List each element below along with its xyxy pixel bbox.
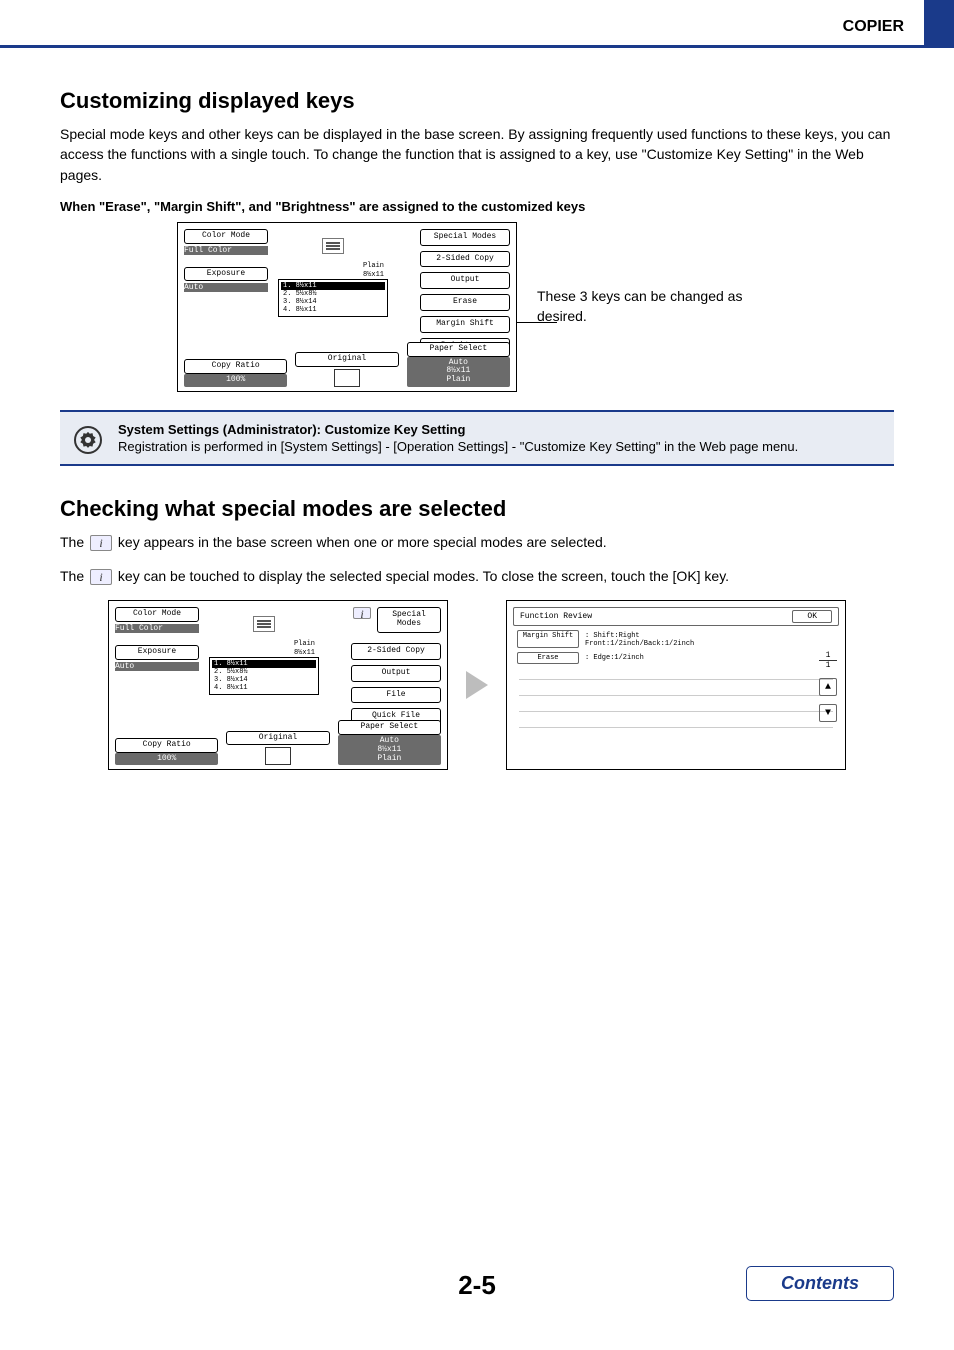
- original-icon: [334, 369, 360, 387]
- color-mode-value: Full Color: [184, 246, 268, 255]
- function-review-panel: Function Review OK Margin Shift : Shift:…: [506, 600, 846, 770]
- plain-size: 8½x11: [209, 648, 319, 657]
- color-mode-button[interactable]: Color Mode: [115, 607, 199, 622]
- erase-button[interactable]: Erase: [420, 294, 510, 311]
- section1-subheading: When "Erase", "Margin Shift", and "Brigh…: [60, 199, 894, 214]
- copy-ratio-value: 100%: [115, 753, 218, 766]
- review-row: Margin Shift : Shift:Right Front:1/2inch…: [513, 626, 839, 648]
- admin-note-box: System Settings (Administrator): Customi…: [60, 410, 894, 466]
- paper-select-value: Auto 8½x11 Plain: [338, 735, 441, 765]
- note-body: Registration is performed in [System Set…: [118, 439, 884, 454]
- page-total: 1: [819, 661, 837, 670]
- page-content: Customizing displayed keys Special mode …: [0, 48, 954, 770]
- paper-select-button[interactable]: Paper Select: [407, 342, 510, 357]
- review-value: : Edge:1/2inch: [585, 652, 644, 664]
- original-button[interactable]: Original: [226, 731, 329, 746]
- two-sided-copy-button[interactable]: 2-Sided Copy: [351, 643, 441, 660]
- review-blank-line: [519, 718, 833, 728]
- original-icon: [265, 747, 291, 765]
- header-bar: COPIER: [0, 0, 954, 48]
- output-button[interactable]: Output: [420, 272, 510, 289]
- panel1-wrapper: Color Mode Full Color Exposure Auto Plai…: [177, 222, 517, 392]
- color-mode-button[interactable]: Color Mode: [184, 229, 268, 244]
- special-modes-button[interactable]: Special Modes: [377, 607, 441, 633]
- info-icon-button[interactable]: [353, 607, 371, 619]
- tray-row[interactable]: 3. 8½x14: [281, 298, 385, 306]
- page-down-button[interactable]: ▼: [819, 704, 837, 722]
- paper-select-button[interactable]: Paper Select: [338, 720, 441, 735]
- info-icon: [90, 535, 112, 551]
- exposure-value: Auto: [184, 283, 268, 292]
- plain-label: Plain: [278, 261, 388, 270]
- function-review-title: Function Review: [520, 612, 592, 621]
- text: key appears in the base screen when one …: [118, 534, 607, 550]
- output-button[interactable]: Output: [351, 665, 441, 682]
- file-button[interactable]: File: [351, 687, 441, 704]
- page-up-button[interactable]: ▲: [819, 678, 837, 696]
- plain-label: Plain: [209, 639, 319, 648]
- note-title: System Settings (Administrator): Customi…: [118, 422, 884, 437]
- ok-button[interactable]: OK: [792, 610, 832, 623]
- text: The: [60, 534, 88, 550]
- copy-ratio-button[interactable]: Copy Ratio: [115, 738, 218, 753]
- figure1-row: Color Mode Full Color Exposure Auto Plai…: [60, 222, 894, 392]
- section2-line2: The key can be touched to display the se…: [60, 566, 894, 586]
- exposure-value: Auto: [115, 662, 199, 671]
- footer: 2-5 Contents: [0, 1270, 954, 1301]
- copy-ratio-value: 100%: [184, 374, 287, 387]
- review-value: : Shift:Right Front:1/2inch/Back:1/2inch: [585, 630, 694, 648]
- margin-shift-button[interactable]: Margin Shift: [420, 316, 510, 333]
- exposure-button[interactable]: Exposure: [184, 267, 268, 282]
- review-pager: 1 1 ▲ ▼: [819, 651, 837, 722]
- section2-line1: The key appears in the base screen when …: [60, 532, 894, 552]
- preview-icon: [278, 231, 388, 261]
- special-modes-button[interactable]: Special Modes: [420, 229, 510, 246]
- figure2-row: Color Mode Full Color Exposure Auto Plai…: [60, 600, 894, 770]
- plain-size: 8½x11: [278, 270, 388, 279]
- paper-select-value: Auto 8½x11 Plain: [407, 357, 510, 387]
- exposure-button[interactable]: Exposure: [115, 645, 199, 660]
- text: The: [60, 568, 88, 584]
- info-icon: [90, 569, 112, 585]
- text: key can be touched to display the select…: [118, 568, 729, 584]
- tray-list: 1. 8½x11 2. 5½x8½ 3. 8½x14 4. 8½x11: [278, 279, 388, 317]
- two-sided-copy-button[interactable]: 2-Sided Copy: [420, 251, 510, 268]
- tray-row[interactable]: 1. 8½x11: [281, 282, 385, 290]
- section2-heading: Checking what special modes are selected: [60, 496, 894, 522]
- figure1-annotation: These 3 keys can be changed as desired.: [537, 287, 777, 326]
- section1-heading: Customizing displayed keys: [60, 88, 894, 114]
- review-row: Erase : Edge:1/2inch: [513, 648, 839, 664]
- review-blank-line: [519, 670, 833, 680]
- review-blank-line: [519, 702, 833, 712]
- page-current: 1: [819, 651, 837, 661]
- copy-ratio-button[interactable]: Copy Ratio: [184, 359, 287, 374]
- tray-row[interactable]: 2. 5½x8½: [281, 290, 385, 298]
- header-title: COPIER: [843, 18, 904, 36]
- callout-line: [517, 322, 557, 323]
- review-label: Margin Shift: [517, 630, 579, 648]
- copier-base-screen-panel: Color Mode Full Color Exposure Auto Plai…: [177, 222, 517, 392]
- arrow-right-icon: [466, 671, 488, 699]
- tray-row[interactable]: 4. 8½x11: [281, 306, 385, 314]
- color-mode-value: Full Color: [115, 624, 199, 633]
- review-blank-line: [519, 686, 833, 696]
- review-label: Erase: [517, 652, 579, 664]
- tray-row[interactable]: 4. 8½x11: [212, 684, 316, 692]
- copier-base-screen-panel-2: Color Mode Full Color Exposure Auto Plai…: [108, 600, 448, 770]
- contents-button[interactable]: Contents: [746, 1266, 894, 1301]
- preview-icon: [209, 609, 319, 639]
- function-review-header: Function Review OK: [513, 607, 839, 626]
- gear-icon: [74, 426, 102, 454]
- tray-list: 1. 8½x11 2. 5½x8½ 3. 8½x14 4. 8½x11: [209, 657, 319, 695]
- original-button[interactable]: Original: [295, 352, 398, 367]
- section1-body: Special mode keys and other keys can be …: [60, 124, 894, 185]
